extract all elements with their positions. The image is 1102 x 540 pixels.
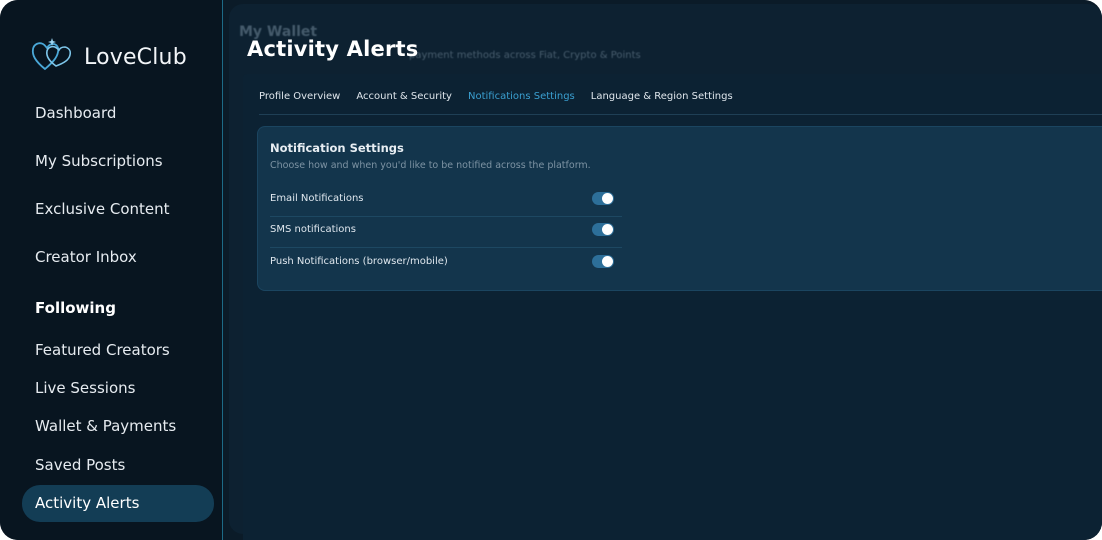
brand-logo[interactable]: LoveClub [30,38,187,76]
settings-panel: Profile Overview Account & Security Noti… [243,74,1102,540]
sidebar-item-wallet-payments[interactable]: Wallet & Payments [22,408,214,445]
email-notifications-toggle[interactable] [592,192,614,205]
sidebar-item-dashboard[interactable]: Dashboard [22,95,214,132]
tab-notifications-settings[interactable]: Notifications Settings [467,91,575,115]
card-description: Choose how and when you'd like to be not… [270,160,591,171]
sidebar-item-creator-inbox[interactable]: Creator Inbox [22,239,214,276]
sms-notifications-toggle[interactable] [592,223,614,236]
tabs-divider [259,114,1102,115]
tab-profile-overview[interactable]: Profile Overview [259,91,340,115]
setting-row-push: Push Notifications (browser/mobile) [270,248,622,279]
main-content: My Wallet payment methods across Fiat, C… [223,0,1102,540]
brand-name: LoveClub [84,44,187,70]
setting-label: SMS notifications [270,224,356,235]
sidebar: LoveClub Dashboard My Subscriptions Excl… [0,0,223,540]
page-title: Activity Alerts [247,37,419,61]
sidebar-item-live-sessions[interactable]: Live Sessions [22,370,214,407]
setting-label: Email Notifications [270,193,364,204]
sidebar-item-saved-posts[interactable]: Saved Posts [22,447,214,484]
sidebar-item-featured-creators[interactable]: Featured Creators [22,332,214,369]
card-title: Notification Settings [270,141,404,155]
toggle-knob [602,193,613,204]
sidebar-section-heading: Following [35,299,116,317]
sidebar-item-activity-alerts[interactable]: Activity Alerts [22,485,214,522]
settings-tabs: Profile Overview Account & Security Noti… [259,91,749,115]
setting-label: Push Notifications (browser/mobile) [270,256,448,267]
sidebar-item-exclusive-content[interactable]: Exclusive Content [22,191,214,228]
notification-settings-card: Notification Settings Choose how and whe… [257,126,1102,291]
setting-row-email: Email Notifications [270,185,622,217]
toggle-knob [602,256,613,267]
double-heart-logo-icon [30,36,74,78]
push-notifications-toggle[interactable] [592,255,614,268]
sidebar-item-my-subscriptions[interactable]: My Subscriptions [22,143,214,180]
background-page-subtitle: payment methods across Fiat, Crypto & Po… [409,50,641,61]
tab-account-security[interactable]: Account & Security [356,91,452,115]
setting-row-sms: SMS notifications [270,216,622,248]
toggle-knob [602,224,613,235]
app-window: LoveClub Dashboard My Subscriptions Excl… [0,0,1102,540]
tab-language-region-settings[interactable]: Language & Region Settings [591,91,733,115]
